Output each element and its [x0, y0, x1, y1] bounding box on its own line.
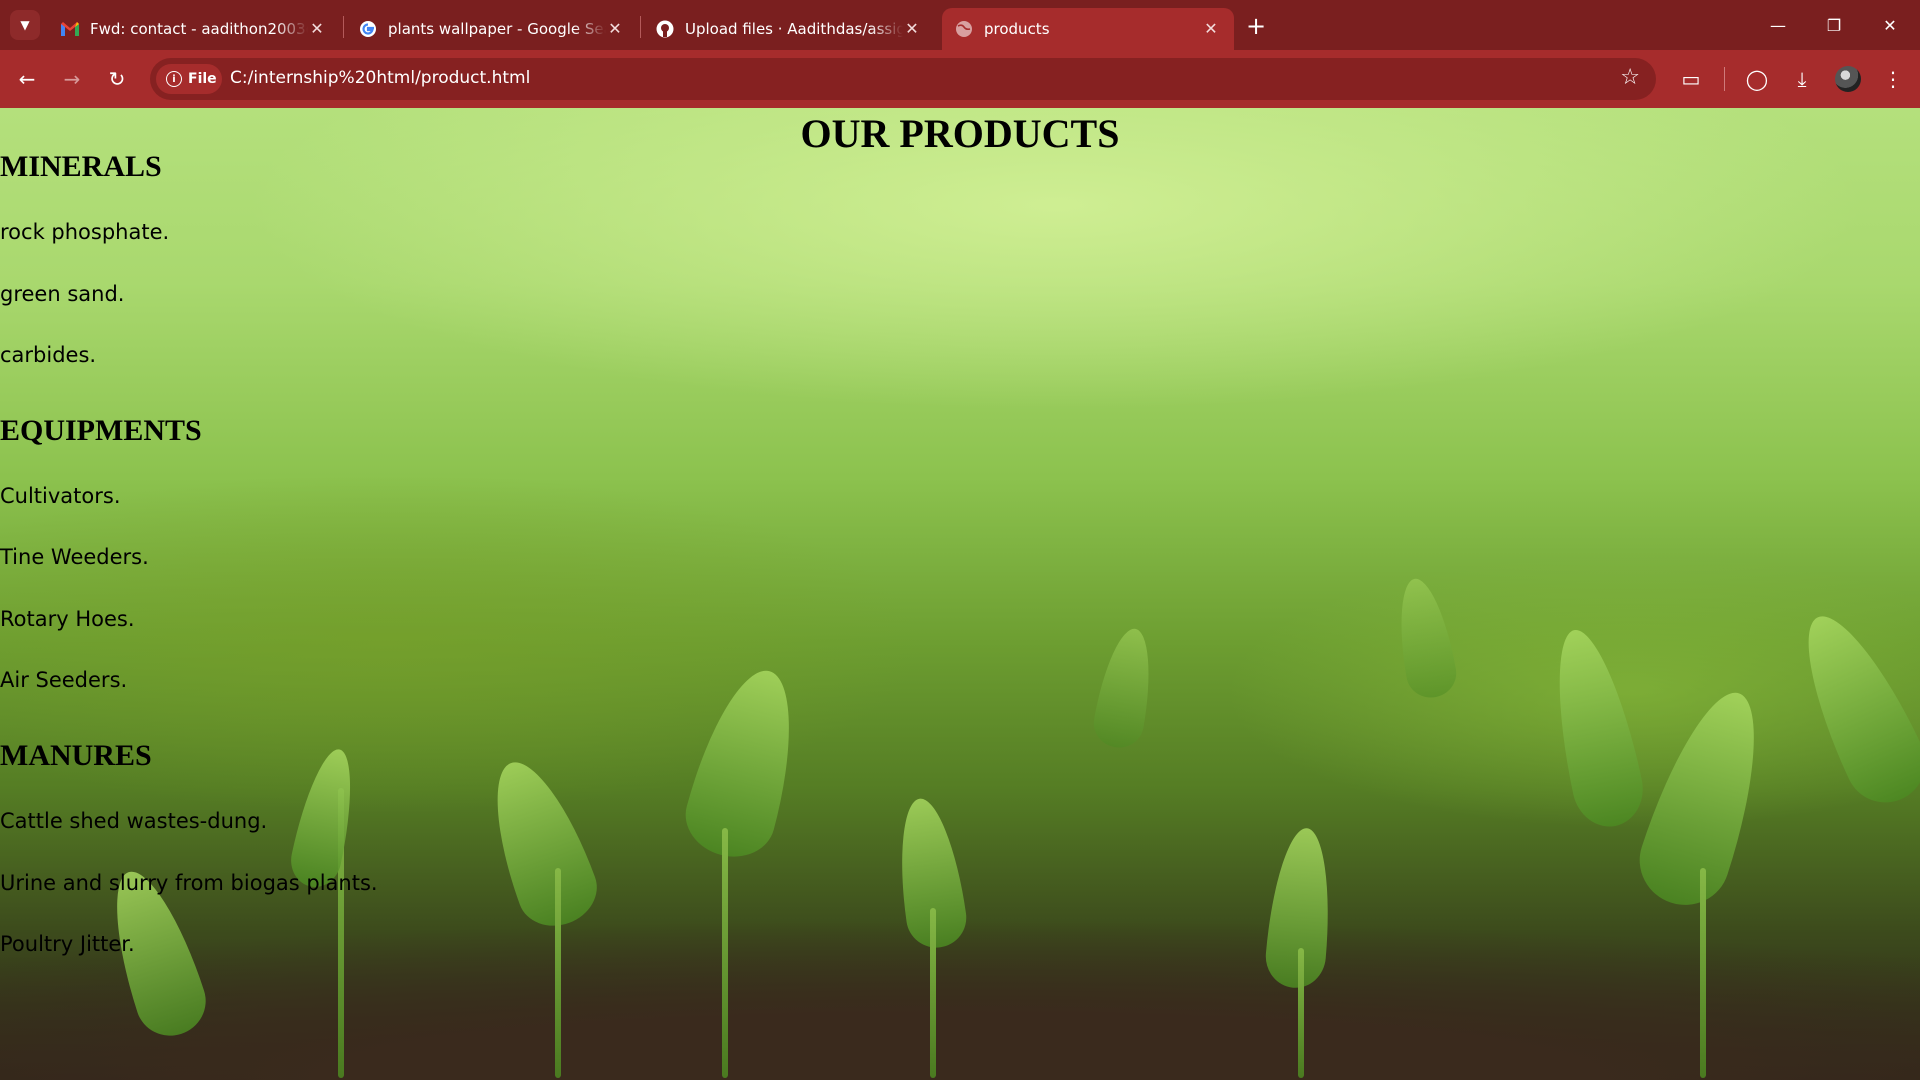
kebab-menu-icon: ⋮ [1883, 67, 1903, 91]
section-heading-minerals: MINERALS [0, 150, 162, 183]
seedling-leaf [285, 744, 365, 892]
tab-title: Fwd: contact - aadithon2003@gmail.com [90, 20, 308, 38]
seedling-stem [930, 908, 936, 1078]
site-info-label: File [188, 71, 217, 87]
list-item: Poultry Jitter. [0, 932, 135, 956]
seedling-leaf [1089, 624, 1161, 752]
list-item: Cultivators. [0, 484, 121, 508]
tab-google-search[interactable]: plants wallpaper - Google Search ✕ [346, 8, 638, 50]
toolbar-divider [1724, 67, 1725, 91]
seedling-leaf [676, 659, 814, 867]
globe-icon [954, 19, 974, 39]
speedometer-icon: ◯ [1745, 67, 1769, 91]
close-icon[interactable]: ✕ [903, 19, 921, 38]
tab-title: Upload files · Aadithdas/assignment [685, 20, 903, 38]
forward-button[interactable]: → [55, 62, 89, 96]
plus-icon: + [1245, 12, 1267, 40]
puzzle-icon: ▭ [1681, 67, 1701, 91]
minimize-icon: — [1770, 15, 1786, 35]
list-item: Cattle shed wastes-dung. [0, 809, 268, 833]
seedling-leaf [1781, 600, 1920, 816]
browser-toolbar: ← → ↻ i File C:/internship%20html/produc… [0, 50, 1920, 108]
page-title: OUR PRODUCTS [800, 111, 1120, 156]
close-icon[interactable]: ✕ [1202, 19, 1220, 38]
list-item: Urine and slurry from biogas plants. [0, 871, 378, 895]
seedling-leaf [1539, 622, 1651, 834]
reload-button[interactable]: ↻ [100, 62, 134, 96]
reload-icon: ↻ [108, 67, 126, 91]
close-icon[interactable]: ✕ [308, 19, 326, 38]
seedling-leaf [473, 749, 607, 937]
seedling-leaf [1389, 574, 1461, 702]
performance-button[interactable]: ◯ [1740, 62, 1774, 96]
list-item: carbides. [0, 343, 97, 367]
download-icon: ⤓ [1797, 67, 1807, 91]
arrow-right-icon: → [63, 67, 81, 91]
tab-title: plants wallpaper - Google Search [388, 20, 606, 38]
downloads-button[interactable]: ⤓ [1785, 62, 1819, 96]
new-tab-button[interactable]: + [1242, 12, 1270, 40]
soil-decoration [0, 920, 1920, 1080]
menu-button[interactable]: ⋮ [1876, 62, 1910, 96]
seedling-stem [1700, 868, 1706, 1078]
section-heading-manures: MANURES [0, 739, 152, 772]
minimize-button[interactable]: — [1758, 8, 1798, 42]
close-icon: ✕ [1883, 15, 1897, 35]
tab-strip: ▼ Fwd: contact - aadithon2003@gmail.com … [0, 0, 1920, 50]
url-text[interactable]: C:/internship%20html/product.html [230, 68, 530, 88]
list-item: rock phosphate. [0, 220, 170, 244]
close-icon[interactable]: ✕ [606, 19, 624, 38]
list-item: Rotary Hoes. [0, 607, 135, 631]
seedling-stem [1298, 948, 1304, 1078]
seedling-stem [722, 828, 728, 1078]
github-icon [655, 19, 675, 39]
page-background: OUR PRODUCTS MINERALS rock phosphate. gr… [0, 108, 1920, 1080]
tab-products[interactable]: products ✕ [942, 8, 1234, 50]
address-bar[interactable]: i File C:/internship%20html/product.html… [150, 58, 1656, 100]
profile-avatar[interactable] [1835, 66, 1861, 92]
list-item: green sand. [0, 282, 125, 306]
extensions-button[interactable]: ▭ [1674, 62, 1708, 96]
tab-divider [640, 16, 641, 38]
restore-button[interactable]: ❐ [1814, 8, 1854, 42]
tab-title: products [984, 20, 1050, 38]
list-item: Tine Weeders. [0, 545, 149, 569]
tab-github[interactable]: Upload files · Aadithdas/assignment ✕ [643, 8, 935, 50]
seedling-stem [555, 868, 561, 1078]
restore-icon: ❐ [1826, 15, 1842, 35]
list-item: Air Seeders. [0, 668, 128, 692]
tab-divider [343, 16, 344, 38]
gmail-icon [60, 19, 80, 39]
tab-gmail[interactable]: Fwd: contact - aadithon2003@gmail.com ✕ [48, 8, 340, 50]
close-window-button[interactable]: ✕ [1870, 8, 1910, 42]
site-info-chip[interactable]: i File [156, 64, 222, 94]
arrow-left-icon: ← [18, 67, 36, 91]
section-heading-equipments: EQUIPMENTS [0, 414, 202, 447]
bookmark-star-icon[interactable]: ☆ [1620, 67, 1640, 89]
tab-search-button[interactable]: ▼ [10, 10, 40, 40]
chevron-down-icon: ▼ [20, 18, 30, 32]
info-icon: i [166, 71, 182, 87]
google-icon [358, 19, 378, 39]
back-button[interactable]: ← [10, 62, 44, 96]
